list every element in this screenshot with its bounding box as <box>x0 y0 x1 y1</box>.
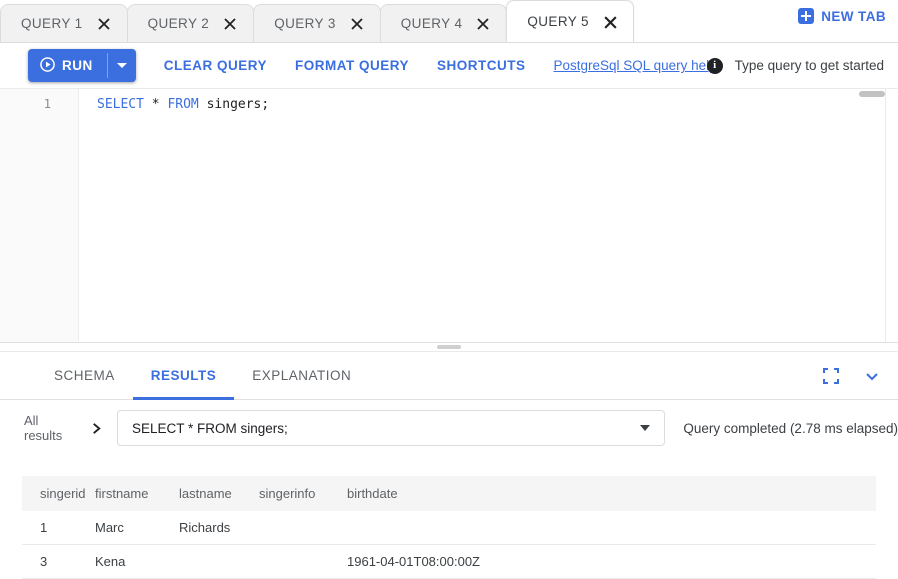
new-tab-label: NEW TAB <box>821 9 886 24</box>
sql-keyword-select: SELECT <box>97 97 144 112</box>
query-tab-5[interactable]: QUERY 5 <box>506 0 634 42</box>
run-button-label: RUN <box>62 58 93 73</box>
results-table: singerid firstname lastname singerinfo b… <box>22 476 876 579</box>
splitter-grip[interactable] <box>437 345 461 349</box>
fullscreen-expand-icon[interactable] <box>822 367 840 385</box>
all-results-breadcrumb[interactable]: All results <box>24 413 80 443</box>
run-button[interactable]: RUN <box>28 49 107 82</box>
results-table-body: 1 Marc Richards 3 Kena 1961-04-01T08:00:… <box>22 511 876 579</box>
chevron-right-icon <box>90 422 103 435</box>
cell-birthdate <box>347 511 876 545</box>
results-query-row: All results SELECT * FROM singers; Query… <box>0 400 898 456</box>
close-icon[interactable] <box>350 17 364 31</box>
new-tab-button[interactable]: NEW TAB <box>798 8 886 24</box>
query-tab-3[interactable]: QUERY 3 <box>253 4 381 42</box>
cell-firstname: Marc <box>95 511 179 545</box>
query-tab-5-label: QUERY 5 <box>527 14 589 29</box>
cell-lastname <box>179 545 259 579</box>
editor-gutter: 1 <box>0 89 79 342</box>
shortcuts-button[interactable]: SHORTCUTS <box>437 58 526 73</box>
chevron-down-icon <box>640 425 650 431</box>
tab-schema-label: SCHEMA <box>54 368 115 383</box>
query-status-text: Query completed (2.78 ms elapsed) <box>683 421 898 436</box>
query-tab-4[interactable]: QUERY 4 <box>380 4 508 42</box>
tab-explanation[interactable]: EXPLANATION <box>234 352 369 400</box>
results-tab-bar: SCHEMA RESULTS EXPLANATION <box>0 352 898 400</box>
plus-icon <box>798 8 814 24</box>
editor-code-area[interactable]: SELECT * FROM singers; <box>79 89 898 342</box>
column-header-lastname[interactable]: lastname <box>179 476 259 511</box>
close-icon[interactable] <box>476 17 490 31</box>
editor-scrollbar-thumb[interactable] <box>859 91 885 97</box>
query-hint-text: Type query to get started <box>735 58 884 73</box>
close-icon[interactable] <box>603 15 617 29</box>
column-header-birthdate[interactable]: birthdate <box>347 476 876 511</box>
run-options-button[interactable] <box>108 49 136 82</box>
clear-query-button[interactable]: CLEAR QUERY <box>164 58 267 73</box>
sql-editor[interactable]: 1 SELECT * FROM singers; <box>0 89 898 343</box>
query-tab-4-label: QUERY 4 <box>401 16 463 31</box>
query-tab-1[interactable]: QUERY 1 <box>0 4 128 42</box>
format-query-button[interactable]: FORMAT QUERY <box>295 58 409 73</box>
query-hint: i Type query to get started <box>707 58 884 74</box>
sql-keyword-from: FROM <box>167 97 198 112</box>
query-tab-1-label: QUERY 1 <box>21 16 83 31</box>
run-button-group[interactable]: RUN <box>28 49 136 82</box>
query-tab-2[interactable]: QUERY 2 <box>127 4 255 42</box>
cell-singerid: 3 <box>22 545 95 579</box>
query-toolbar: RUN CLEAR QUERY FORMAT QUERY SHORTCUTS P… <box>0 43 898 89</box>
cell-firstname: Kena <box>95 545 179 579</box>
sql-query-workbench: QUERY 1 QUERY 2 QUERY 3 QUERY 4 QUERY 5 <box>0 0 898 579</box>
query-tab-2-label: QUERY 2 <box>148 16 210 31</box>
table-row[interactable]: 1 Marc Richards <box>22 511 876 545</box>
query-tab-3-label: QUERY 3 <box>274 16 336 31</box>
sql-star: * <box>144 97 167 112</box>
close-icon[interactable] <box>223 17 237 31</box>
results-table-head: singerid firstname lastname singerinfo b… <box>22 476 876 511</box>
table-header-row: singerid firstname lastname singerinfo b… <box>22 476 876 511</box>
tab-results[interactable]: RESULTS <box>133 352 235 400</box>
column-header-firstname[interactable]: firstname <box>95 476 179 511</box>
cell-singerinfo <box>259 545 347 579</box>
table-row[interactable]: 3 Kena 1961-04-01T08:00:00Z <box>22 545 876 579</box>
cell-birthdate: 1961-04-01T08:00:00Z <box>347 545 876 579</box>
query-select-dropdown[interactable]: SELECT * FROM singers; <box>117 410 665 446</box>
info-icon: i <box>707 58 723 74</box>
close-icon[interactable] <box>97 17 111 31</box>
query-tab-bar: QUERY 1 QUERY 2 QUERY 3 QUERY 4 QUERY 5 <box>0 0 898 43</box>
query-select-value: SELECT * FROM singers; <box>132 421 288 436</box>
tab-results-label: RESULTS <box>151 368 217 383</box>
sql-query-help-link[interactable]: PostgreSql SQL query help <box>554 58 717 73</box>
tab-explanation-label: EXPLANATION <box>252 368 351 383</box>
column-header-singerinfo[interactable]: singerinfo <box>259 476 347 511</box>
sql-table-name: singers; <box>199 97 269 112</box>
tab-schema[interactable]: SCHEMA <box>36 352 133 400</box>
chevron-down-icon[interactable] <box>862 366 882 386</box>
line-number: 1 <box>0 95 78 114</box>
play-icon <box>40 57 55 75</box>
cell-singerinfo <box>259 511 347 545</box>
chevron-down-icon <box>117 63 127 68</box>
column-header-singerid[interactable]: singerid <box>22 476 95 511</box>
editor-scroll-rail <box>885 89 886 342</box>
cell-lastname: Richards <box>179 511 259 545</box>
cell-singerid: 1 <box>22 511 95 545</box>
results-table-wrapper: singerid firstname lastname singerinfo b… <box>0 456 898 579</box>
results-panel-controls <box>822 366 882 386</box>
